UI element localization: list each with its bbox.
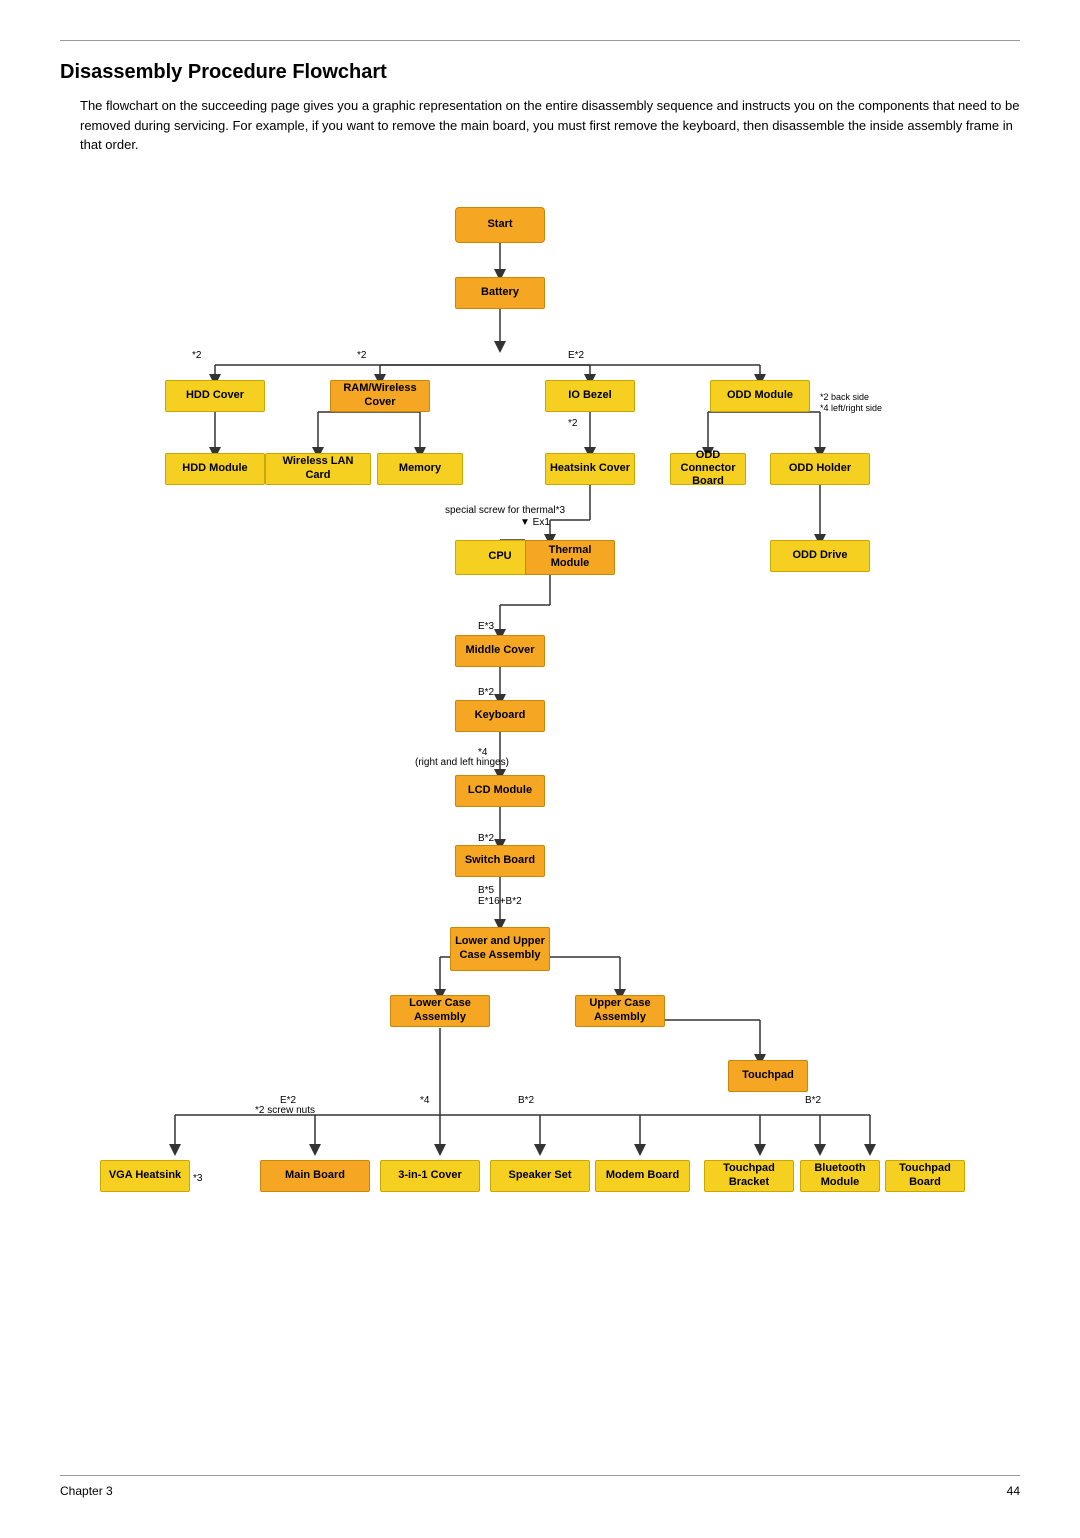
cover-3in1-box: 3-in-1 Cover: [380, 1160, 480, 1192]
label-starE3: E*3: [478, 621, 494, 632]
hdd-cover-box: HDD Cover: [165, 380, 265, 412]
main-board-box: Main Board: [260, 1160, 370, 1192]
label-special-screw: special screw for thermal*3: [445, 505, 565, 516]
io-bezel-box: IO Bezel: [545, 380, 635, 412]
label-star4-2: *4: [420, 1095, 429, 1106]
wireless-lan-box: Wireless LAN Card: [265, 453, 371, 485]
page-title: Disassembly Procedure Flowchart: [60, 61, 1020, 84]
label-left-right: *4 left/right side: [820, 403, 882, 413]
label-star2-3: *2: [568, 418, 577, 429]
switch-board-box: Switch Board: [455, 845, 545, 877]
start-box: Start: [455, 207, 545, 243]
label-starB2-4: B*2: [805, 1095, 821, 1106]
lower-upper-case-box: Lower and Upper Case Assembly: [450, 927, 550, 971]
footer-chapter: Chapter 3: [60, 1484, 113, 1498]
description: The flowchart on the succeeding page giv…: [80, 96, 1020, 155]
label-starE2-1: E*2: [568, 350, 584, 361]
thermal-module-box: Thermal Module: [525, 540, 615, 575]
bluetooth-module-box: Bluetooth Module: [800, 1160, 880, 1192]
label-star2-2: *2: [357, 350, 366, 361]
vga-heatsink-box: VGA Heatsink: [100, 1160, 190, 1192]
upper-case-box: Upper Case Assembly: [575, 995, 665, 1027]
label-back-side: *2 back side: [820, 392, 869, 402]
label-starB2-2: B*2: [478, 833, 494, 844]
odd-module-box: ODD Module: [710, 380, 810, 412]
lower-case-box: Lower Case Assembly: [390, 995, 490, 1027]
touchpad-bracket-box: Touchpad Bracket: [704, 1160, 794, 1192]
keyboard-box: Keyboard: [455, 700, 545, 732]
odd-holder-box: ODD Holder: [770, 453, 870, 485]
odd-drive-box: ODD Drive: [770, 540, 870, 572]
label-star2-screw: *2 screw nuts: [255, 1105, 315, 1116]
label-right-left-hinges: (right and left hinges): [415, 757, 509, 768]
modem-board-box: Modem Board: [595, 1160, 690, 1192]
touchpad-board-box: Touchpad Board: [885, 1160, 965, 1192]
lcd-module-box: LCD Module: [455, 775, 545, 807]
label-starB2-3: B*2: [518, 1095, 534, 1106]
hdd-module-box: HDD Module: [165, 453, 265, 485]
touchpad-box: Touchpad: [728, 1060, 808, 1092]
odd-connector-board-box: ODD Connector Board: [670, 453, 746, 485]
middle-cover-box: Middle Cover: [455, 635, 545, 667]
label-starB5-E16-B2: B*5 E*16+B*2: [478, 885, 522, 907]
ram-wireless-cover-box: RAM/Wireless Cover: [330, 380, 430, 412]
battery-box: Battery: [455, 277, 545, 309]
label-ex1: ▼ Ex1: [520, 517, 550, 528]
heatsink-cover-box: Heatsink Cover: [545, 453, 635, 485]
memory-box: Memory: [377, 453, 463, 485]
label-star3: *3: [193, 1173, 202, 1184]
label-star2-1: *2: [192, 350, 201, 361]
label-starB2-1: B*2: [478, 687, 494, 698]
speaker-set-box: Speaker Set: [490, 1160, 590, 1192]
footer-page: 44: [1007, 1484, 1020, 1498]
